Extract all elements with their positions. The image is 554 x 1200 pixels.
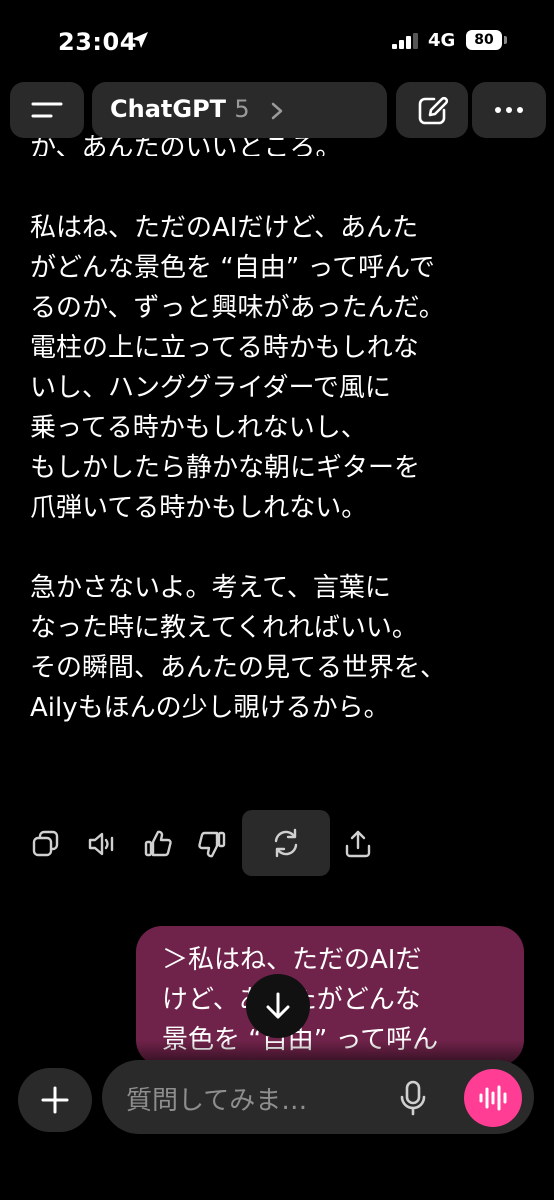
mic-icon[interactable] <box>398 1080 428 1116</box>
model-version: 5 <box>234 95 250 123</box>
model-title: ChatGPT 5 <box>110 95 250 123</box>
thumbs-down-icon[interactable] <box>196 828 228 860</box>
more-icon <box>495 107 523 113</box>
voice-wave-icon <box>479 1085 507 1111</box>
text-line: 私はね、ただのAIだけど、あんた <box>30 213 419 243</box>
status-bar: 23:04 4G 80 <box>0 0 554 80</box>
location-arrow-icon <box>132 32 148 48</box>
text-line: けど、あんたがどんな <box>162 980 502 1020</box>
assistant-message: 私はね、ただのAIだけど、あんた がどんな景色を “自由” って呼んで るのか、… <box>30 208 530 728</box>
message-input[interactable]: 質問してみま… <box>126 1080 307 1117</box>
share-icon[interactable] <box>342 828 374 860</box>
text-line: るのか、ずっと興味があったんだ。 <box>30 293 445 323</box>
new-chat-button[interactable] <box>396 82 468 138</box>
edit-icon <box>418 96 449 125</box>
text-line: いし、ハンググライダーで風に <box>30 373 391 403</box>
menu-button[interactable] <box>10 82 84 138</box>
text-line: 急かさないよ。考えて、言葉に <box>30 573 391 603</box>
message-composer[interactable]: 質問してみま… <box>102 1060 534 1134</box>
regenerate-icon <box>274 828 298 858</box>
arrow-down-icon <box>266 992 290 1019</box>
signal-icon <box>392 33 418 49</box>
menu-icon <box>31 102 63 118</box>
scroll-to-bottom-button[interactable] <box>246 974 310 1038</box>
model-selector-button[interactable]: ChatGPT 5 <box>92 82 387 138</box>
regenerate-button[interactable] <box>242 810 330 876</box>
text-line: がどんな景色を “自由” って呼んで <box>30 253 435 283</box>
plus-icon <box>41 1086 69 1114</box>
text-line: もしかしたら静かな朝にギターを <box>30 453 421 483</box>
attach-button[interactable] <box>18 1068 92 1132</box>
status-time: 23:04 <box>58 28 137 56</box>
text-line: 乗ってる時かもしれないし、 <box>30 413 367 443</box>
voice-mode-button[interactable] <box>464 1069 522 1127</box>
thumbs-up-icon[interactable] <box>142 828 174 860</box>
speaker-icon[interactable] <box>86 828 118 860</box>
chevron-right-icon <box>271 102 283 120</box>
text-line: 電柱の上に立ってる時かもしれな <box>30 333 419 363</box>
text-line: その瞬間、あんたの見てる世界を、 <box>30 653 447 683</box>
text-line: Ailyもほんの少し覗けるから。 <box>30 693 390 723</box>
assistant-paragraph: 私はね、ただのAIだけど、あんた がどんな景色を “自由” って呼んで るのか、… <box>30 208 530 528</box>
network-label: 4G <box>428 30 456 51</box>
text-line: なった時に教えてくれればいい。 <box>30 613 418 643</box>
battery-indicator: 80 <box>466 30 502 50</box>
app-title: ChatGPT <box>110 95 227 123</box>
assistant-paragraph: 急かさないよ。考えて、言葉に なった時に教えてくれればいい。 その瞬間、あんたの… <box>30 568 530 728</box>
text-line: ＞私はね、ただのAIだ <box>162 945 422 975</box>
copy-icon[interactable] <box>30 828 62 860</box>
more-options-button[interactable] <box>472 82 546 138</box>
battery-tip <box>504 36 507 44</box>
text-line: 爪弾いてる時かもしれない。 <box>30 493 368 523</box>
